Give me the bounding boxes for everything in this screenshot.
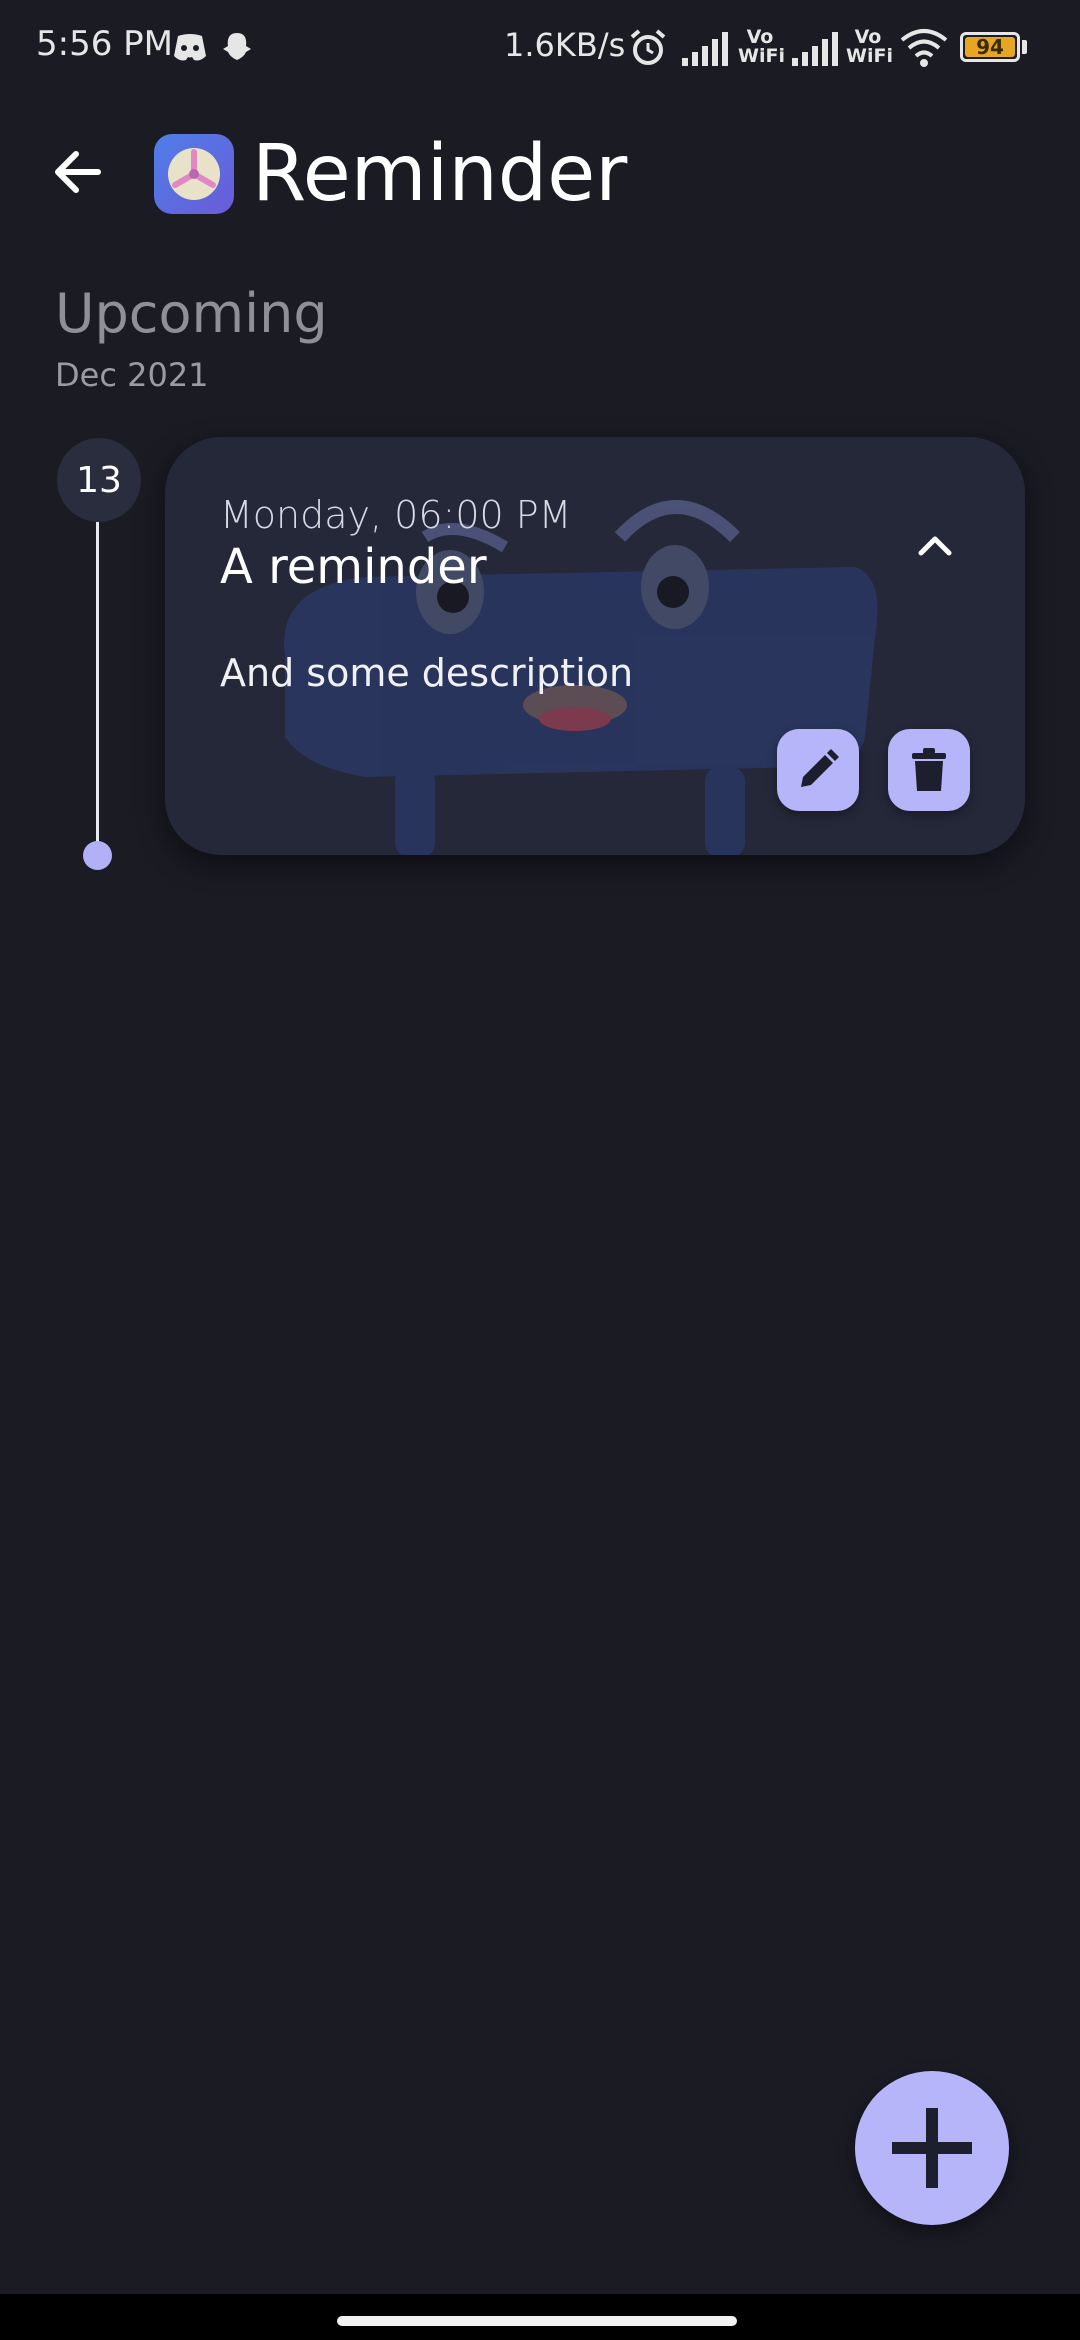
reminder-description: And some description <box>220 651 634 695</box>
discord-icon <box>174 34 206 61</box>
pencil-icon <box>801 749 839 787</box>
reminder-screen: 5:56 PM 1.6KB/s Vo WiFi Vo WiFi 94 Remin… <box>0 0 1080 2340</box>
section-month: Dec 2021 <box>55 356 209 394</box>
battery-tip <box>1022 40 1027 54</box>
snapchat-icon <box>223 33 251 60</box>
add-reminder-button[interactable] <box>855 2071 1009 2225</box>
section-title: Upcoming <box>55 282 328 345</box>
reminder-card[interactable]: Monday, 06:00 PM A reminder And some des… <box>165 437 1025 855</box>
vowifi-label: Vo WiFi <box>738 26 785 67</box>
chevron-up-icon <box>918 536 952 556</box>
app-logo-icon <box>154 134 234 214</box>
wifi-icon <box>900 29 948 67</box>
timeline-line <box>96 522 99 852</box>
trash-icon <box>912 748 946 791</box>
arrow-back-icon <box>55 151 101 193</box>
back-button[interactable] <box>44 138 112 206</box>
plus-icon <box>892 2108 972 2188</box>
reminder-datetime: Monday, 06:00 PM <box>220 493 572 537</box>
date-bubble: 13 <box>57 438 141 522</box>
status-time: 5:56 PM <box>36 24 173 64</box>
reminder-title: A reminder <box>220 539 487 595</box>
timeline-dot <box>83 841 112 870</box>
vowifi-label: Vo WiFi <box>846 26 893 67</box>
network-speed: 1.6KB/s <box>504 26 626 64</box>
alarm-icon <box>630 29 666 65</box>
edit-button[interactable] <box>777 729 859 811</box>
battery-level: 94 <box>965 37 1015 57</box>
signal-icon <box>792 32 838 66</box>
page-title: Reminder <box>252 129 628 219</box>
battery-icon: 94 <box>960 32 1020 62</box>
delete-button[interactable] <box>888 729 970 811</box>
status-bar: 5:56 PM 1.6KB/s Vo WiFi Vo WiFi 94 <box>0 0 1080 96</box>
home-gesture-handle[interactable] <box>337 2316 737 2326</box>
collapse-button[interactable] <box>903 513 967 577</box>
signal-icon <box>682 32 728 66</box>
